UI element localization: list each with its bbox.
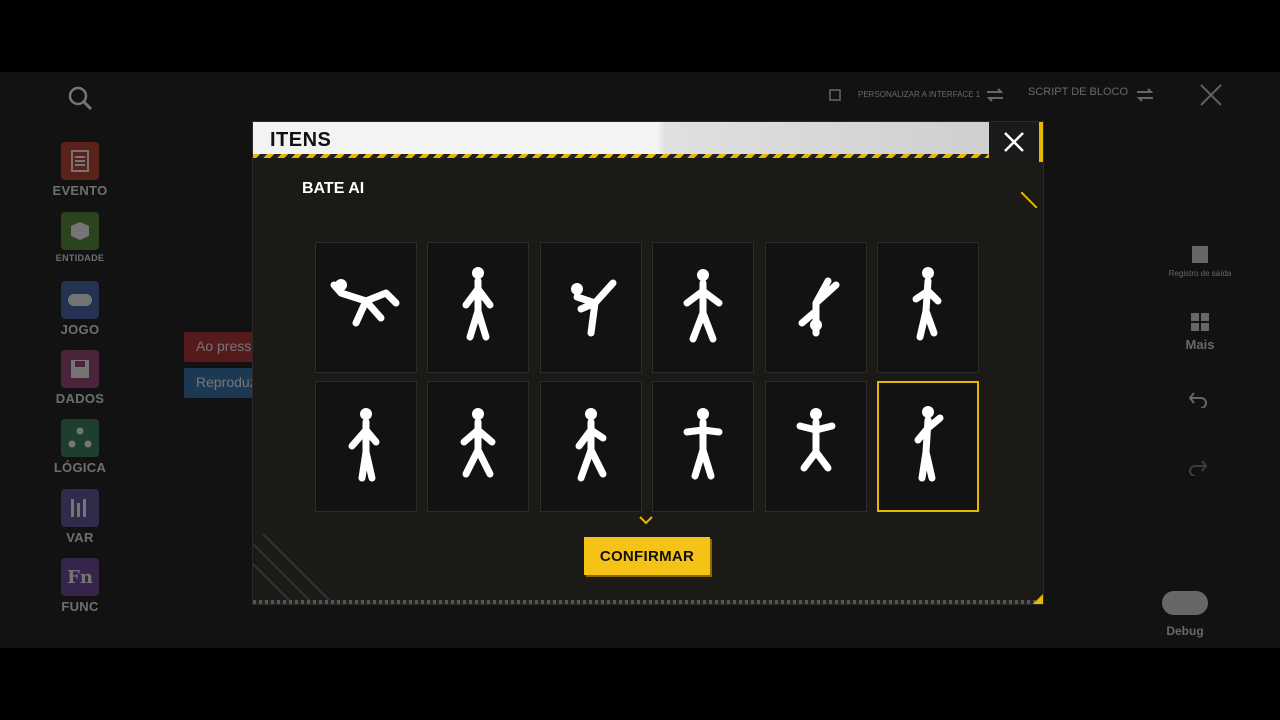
emote-tile[interactable]	[539, 242, 642, 373]
emote-crouch-icon	[460, 407, 496, 477]
block-script-link[interactable]: SCRIPT DE BLOCO	[1028, 86, 1128, 98]
sidebar-item-func[interactable]: Fn FUNC	[50, 558, 110, 614]
cube-icon	[61, 212, 99, 250]
debug-button[interactable]: Debug	[1145, 587, 1225, 638]
emote-tile[interactable]	[427, 242, 530, 373]
category-title: BATE AI	[302, 180, 365, 197]
sidebar-item-dados[interactable]: DADOS	[50, 350, 110, 406]
letterbox-top	[0, 0, 1280, 72]
sidebar-label: ENTIDADE	[55, 253, 105, 263]
emote-pose-icon	[683, 268, 723, 342]
emote-kick-icon	[570, 279, 617, 336]
emote-tile[interactable]	[427, 381, 530, 512]
modal-close-button[interactable]	[989, 122, 1043, 162]
header-stripe	[253, 154, 989, 158]
emote-tile[interactable]	[652, 381, 755, 512]
close-icon	[1004, 132, 1024, 152]
sidebar-label: FUNC	[61, 599, 99, 614]
more-label: Mais	[1185, 337, 1215, 352]
sidebar-item-evento[interactable]: EVENTO	[50, 142, 110, 198]
close-icon[interactable]	[1198, 82, 1224, 108]
search-icon[interactable]	[66, 84, 94, 112]
output-log-button[interactable]: Registro de saída	[1160, 244, 1240, 278]
modal-header: ITENS	[253, 122, 989, 158]
sidebar-label: JOGO	[60, 322, 100, 337]
gamepad-icon	[61, 281, 99, 319]
emote-tile[interactable]	[315, 242, 417, 373]
emote-tile[interactable]	[539, 381, 642, 512]
sidebar-label: DADOS	[55, 391, 105, 406]
sidebar-item-jogo[interactable]: JOGO	[50, 281, 110, 337]
corner-decoration	[1021, 192, 1037, 208]
swap-icon[interactable]	[986, 88, 1004, 102]
modal-title: ITENS	[270, 129, 332, 151]
emote-stand-icon	[462, 266, 494, 340]
editor-app: EVENTO ENTIDADE JOGO DADOS LÓGICA VAR Fn…	[0, 72, 1280, 648]
emote-walk-icon	[575, 407, 607, 481]
output-log-label: Registro de saída	[1168, 269, 1232, 278]
emote-music-icon	[683, 407, 723, 479]
frame-icon	[829, 89, 841, 101]
emote-tile[interactable]	[315, 381, 417, 512]
function-icon: Fn	[61, 558, 99, 596]
sidebar-item-var[interactable]: VAR	[50, 489, 110, 545]
emote-tile[interactable]	[877, 381, 979, 512]
customize-interface-link[interactable]: PERSONALIZAR A INTERFACE 1	[858, 90, 980, 99]
diagonal-decoration	[253, 533, 334, 604]
emote-handstand-icon	[798, 277, 840, 336]
emote-dance-girl-icon	[912, 266, 942, 340]
more-button[interactable]: Mais	[1160, 312, 1240, 352]
emote-flip-icon	[330, 278, 400, 326]
letterbox-bottom	[0, 648, 1280, 720]
emote-tile[interactable]	[652, 242, 755, 373]
modal-bottom-stripe	[253, 600, 1043, 604]
sidebar-label: LÓGICA	[53, 460, 107, 475]
document-icon	[61, 142, 99, 180]
gamepad-icon	[1162, 591, 1208, 615]
emote-tile[interactable]	[764, 381, 867, 512]
confirm-button[interactable]: CONFIRMAR	[584, 537, 710, 575]
redo-icon[interactable]	[1188, 458, 1208, 476]
emote-point-icon	[348, 407, 380, 481]
sidebar-item-logica[interactable]: LÓGICA	[50, 419, 110, 475]
chevron-down-icon[interactable]	[638, 515, 654, 525]
sidebar-label: VAR	[66, 530, 94, 545]
sidebar-item-entidade[interactable]: ENTIDADE	[50, 212, 110, 263]
swap-icon[interactable]	[1136, 88, 1154, 102]
floppy-icon	[61, 350, 99, 388]
emote-wave-icon	[914, 405, 944, 481]
nodes-icon	[61, 419, 99, 457]
top-toolbar: PERSONALIZAR A INTERFACE 1 SCRIPT DE BLO…	[828, 86, 1168, 106]
undo-icon[interactable]	[1188, 390, 1208, 408]
grid-icon	[1191, 313, 1209, 331]
emote-kneel-icon	[796, 407, 836, 471]
emote-grid	[315, 242, 979, 512]
emote-tile[interactable]	[877, 242, 979, 373]
items-modal: ITENS BATE AI CONFIRMAR	[253, 122, 1043, 604]
debug-label: Debug	[1166, 624, 1204, 638]
clipboard-icon	[1192, 246, 1208, 263]
sidebar-label: EVENTO	[52, 183, 108, 198]
bars-icon	[61, 489, 99, 527]
emote-tile[interactable]	[764, 242, 867, 373]
corner-decoration	[1033, 594, 1043, 604]
